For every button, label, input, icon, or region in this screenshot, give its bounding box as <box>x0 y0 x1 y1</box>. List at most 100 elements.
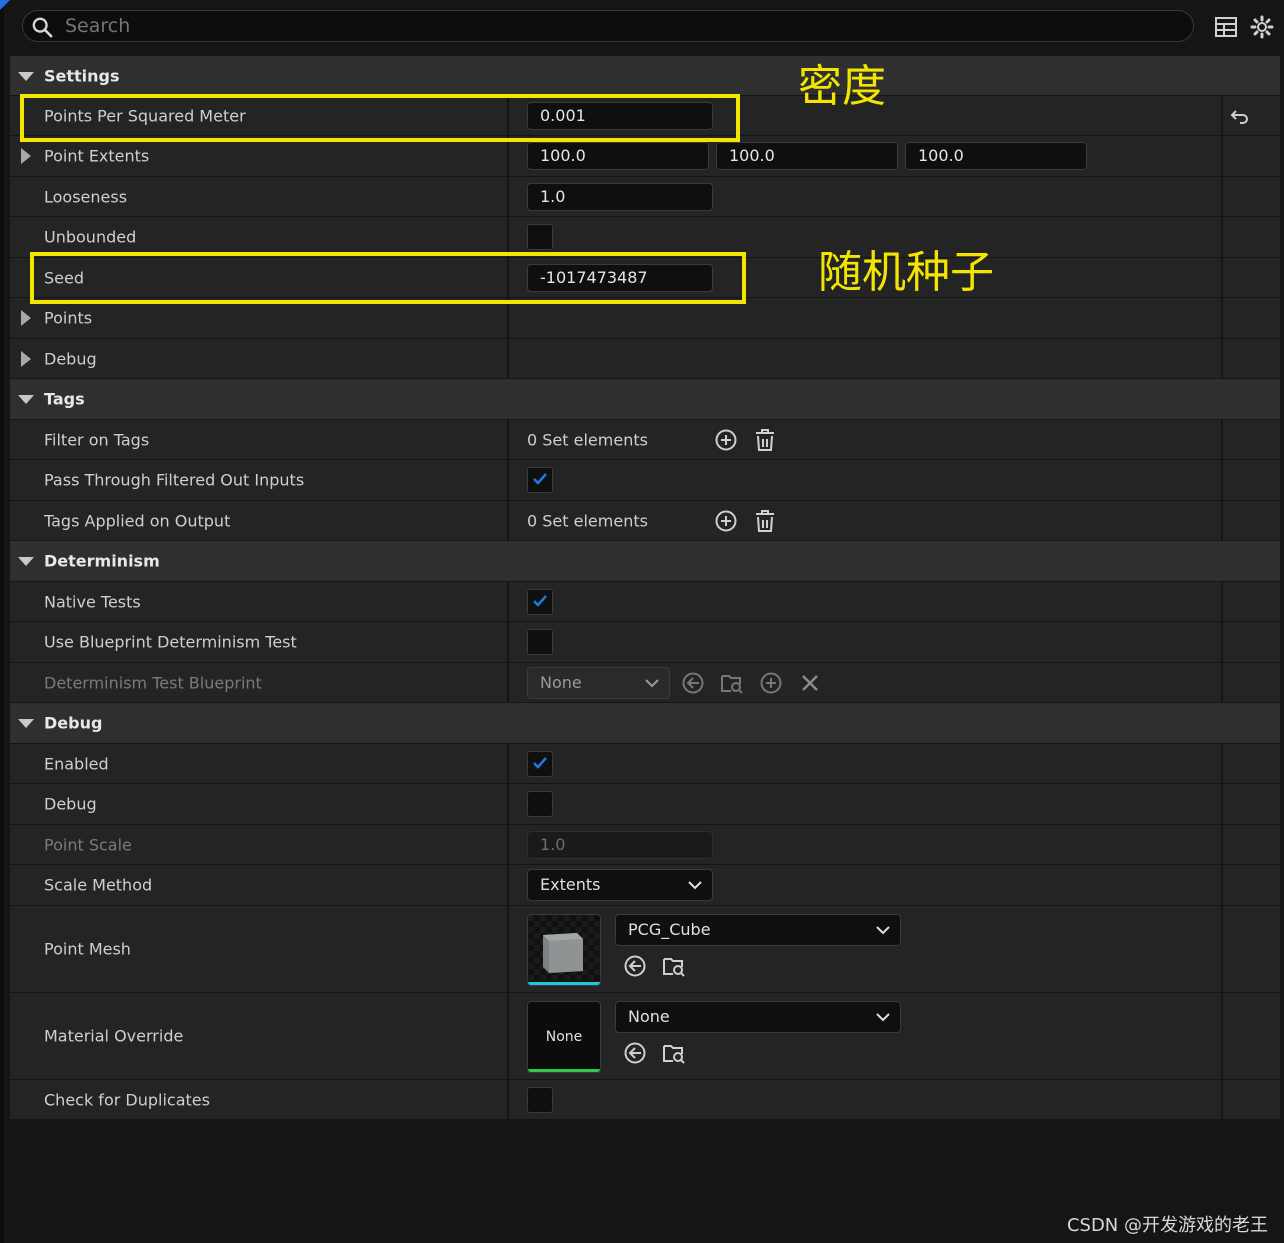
prop-debug-group[interactable]: Debug <box>10 339 1280 379</box>
corner-accent <box>0 0 10 10</box>
trash-icon[interactable] <box>753 428 777 452</box>
prop-label: Filter on Tags <box>44 430 150 449</box>
pass-through-checkbox[interactable] <box>527 467 553 493</box>
prop-label: Unbounded <box>44 227 137 247</box>
material-override-combo[interactable]: None <box>615 1001 901 1033</box>
details-panel: Settings Points Per Squared Meter 0.001 … <box>10 56 1280 1120</box>
chevron-down-icon <box>688 881 702 890</box>
enabled-checkbox[interactable] <box>527 750 553 777</box>
prop-label: Check for Duplicates <box>44 1090 210 1109</box>
expand-arrow-icon[interactable] <box>21 148 31 164</box>
prop-label: Debug <box>44 794 97 814</box>
test-blueprint-combo[interactable]: None <box>527 666 670 699</box>
clear-icon[interactable] <box>798 671 822 695</box>
prop-label: Determinism Test Blueprint <box>44 673 262 692</box>
point-extents-y-field[interactable]: 100.0 <box>716 142 898 170</box>
annotation-density: 密度 <box>798 61 886 112</box>
prop-point-mesh: Point Mesh PCG_Cube <box>10 906 1280 993</box>
prop-check-duplicates: Check for Duplicates <box>10 1080 1280 1120</box>
point-extents-z-field[interactable]: 100.0 <box>905 142 1087 170</box>
checkmark-icon <box>533 594 547 607</box>
prop-native-tests: Native Tests <box>10 582 1280 622</box>
expand-arrow-icon[interactable] <box>18 557 34 566</box>
watermark: CSDN @开发游戏的老王 <box>1066 1215 1268 1236</box>
reset-to-default-icon[interactable] <box>1228 104 1252 128</box>
category-debug[interactable]: Debug <box>10 703 1280 744</box>
search-icon <box>32 17 53 38</box>
prop-enabled: Enabled <box>10 744 1280 784</box>
combo-value: None <box>540 672 582 692</box>
point-extents-x-field[interactable]: 100.0 <box>527 142 709 170</box>
check-duplicates-checkbox[interactable] <box>527 1086 553 1113</box>
prop-point-extents: Point Extents 100.0 100.0 100.0 <box>10 136 1280 177</box>
category-title: Tags <box>44 389 85 409</box>
cube-mesh-icon <box>543 933 583 973</box>
expand-arrow-icon[interactable] <box>18 395 34 404</box>
expand-arrow-icon[interactable] <box>18 71 34 81</box>
use-selected-arrow-icon[interactable] <box>623 954 647 978</box>
chevron-down-icon <box>645 678 659 687</box>
browse-folder-icon[interactable] <box>662 954 686 978</box>
prop-material-override: Material Override None None <box>10 993 1280 1080</box>
highlight-density-box <box>20 94 740 142</box>
prop-looseness: Looseness 1.0 <box>10 177 1280 217</box>
prop-label: Debug <box>44 349 97 368</box>
combo-value: PCG_Cube <box>628 920 711 939</box>
expand-arrow-icon[interactable] <box>18 719 34 728</box>
use-blueprint-checkbox[interactable] <box>527 629 553 655</box>
prop-points[interactable]: Points <box>10 298 1280 339</box>
prop-label: Material Override <box>44 1026 184 1046</box>
prop-label: Point Scale <box>44 835 132 854</box>
mesh-thumbnail[interactable] <box>527 914 601 986</box>
combo-value: None <box>628 1007 670 1026</box>
prop-label: Pass Through Filtered Out Inputs <box>44 470 305 490</box>
native-tests-checkbox[interactable] <box>527 588 553 615</box>
prop-label: Enabled <box>44 754 109 773</box>
prop-use-blueprint: Use Blueprint Determinism Test <box>10 622 1280 663</box>
prop-label: Points <box>44 308 93 328</box>
prop-scale-method: Scale Method Extents <box>10 865 1280 906</box>
add-element-icon[interactable] <box>759 671 783 695</box>
category-settings[interactable]: Settings <box>10 56 1280 96</box>
prop-tags-applied: Tags Applied on Output 0 Set elements <box>10 501 1280 541</box>
category-determinism[interactable]: Determinism <box>10 541 1280 582</box>
material-thumbnail[interactable]: None <box>527 1001 601 1073</box>
prop-point-scale: Point Scale 1.0 <box>10 825 1280 865</box>
prop-test-blueprint: Determinism Test Blueprint None <box>10 663 1280 703</box>
prop-debug: Debug <box>10 784 1280 825</box>
debug-checkbox[interactable] <box>527 791 553 817</box>
search-input[interactable] <box>65 14 965 38</box>
prop-label: Scale Method <box>44 875 153 895</box>
unbounded-checkbox[interactable] <box>527 224 553 250</box>
thumbnail-label: None <box>545 1029 583 1045</box>
browse-folder-icon[interactable] <box>720 671 744 695</box>
point-scale-field[interactable]: 1.0 <box>527 830 713 859</box>
prop-label: Native Tests <box>44 592 141 611</box>
set-count: 0 Set elements <box>527 511 648 530</box>
set-count: 0 Set elements <box>527 430 648 449</box>
browse-folder-icon[interactable] <box>662 1041 686 1065</box>
category-title: Debug <box>44 713 103 733</box>
highlight-seed-box <box>30 252 746 304</box>
asset-type-bar <box>528 982 600 985</box>
category-tags[interactable]: Tags <box>10 379 1280 420</box>
prop-label: Tags Applied on Output <box>44 511 231 530</box>
point-mesh-combo[interactable]: PCG_Cube <box>615 914 901 946</box>
prop-label: Point Mesh <box>44 939 131 959</box>
add-element-icon[interactable] <box>714 428 738 452</box>
use-selected-arrow-icon[interactable] <box>623 1041 647 1065</box>
use-selected-arrow-icon[interactable] <box>681 671 705 695</box>
chevron-down-icon <box>876 926 890 935</box>
expand-arrow-icon[interactable] <box>21 310 31 326</box>
scale-method-combo[interactable]: Extents <box>527 869 713 901</box>
looseness-field[interactable]: 1.0 <box>527 182 713 211</box>
expand-arrow-icon[interactable] <box>21 350 31 367</box>
prop-pass-through: Pass Through Filtered Out Inputs <box>10 460 1280 501</box>
table-view-icon[interactable] <box>1214 15 1238 39</box>
search-bar[interactable] <box>22 10 1194 42</box>
gear-icon[interactable] <box>1250 15 1274 39</box>
add-element-icon[interactable] <box>714 509 738 533</box>
category-title: Settings <box>44 66 120 85</box>
asset-type-bar <box>528 1069 600 1072</box>
trash-icon[interactable] <box>753 509 777 533</box>
